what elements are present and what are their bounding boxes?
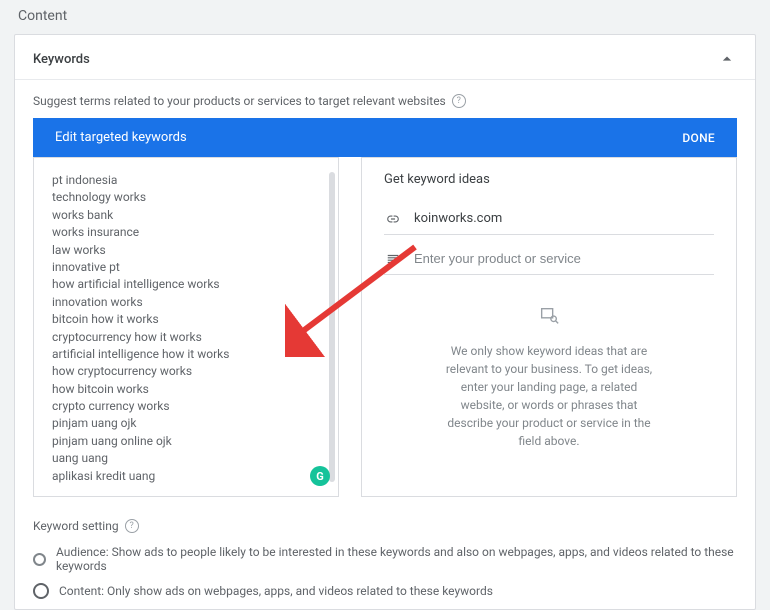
radio-icon[interactable] [33,583,49,599]
scrollbar[interactable] [329,172,335,482]
keyword-ideas-panel: Get keyword ideas koinworks.com [361,157,737,497]
list-item: pt indonesia [52,172,320,189]
service-input-row[interactable] [384,245,714,275]
done-button[interactable]: DONE [682,131,715,145]
radio-audience[interactable]: Audience: Show ads to people likely to b… [33,545,737,573]
list-item: pinjam uang online ojk [52,433,320,450]
keywords-card: Keywords Suggest terms related to your p… [14,34,756,610]
list-item: technology works [52,189,320,206]
list-item: works bank [52,207,320,224]
edit-bar-title: Edit targeted keywords [55,130,187,145]
ideas-title: Get keyword ideas [384,172,714,187]
url-input-row[interactable]: koinworks.com [384,205,714,235]
list-item: how bitcoin works [52,381,320,398]
page-title: Content [18,8,756,24]
list-item: innovative pt [52,259,320,276]
url-value: koinworks.com [414,211,502,226]
radio-content-label: Content: Only show ads on webpages, apps… [59,584,493,598]
ideas-empty-text: We only show keyword ideas that are rele… [444,342,654,450]
list-item: aplikasi kredit uang [52,468,320,484]
chevron-up-icon[interactable] [717,49,737,69]
card-subhead: Suggest terms related to your products o… [15,80,755,118]
grid-icon [384,252,402,266]
list-item: bitcoin how it works [52,311,320,328]
keywords-list[interactable]: pt indonesiatechnology worksworks bankwo… [52,172,320,484]
keywords-textarea[interactable]: pt indonesiatechnology worksworks bankwo… [33,157,339,497]
list-item: law works [52,242,320,259]
radio-content[interactable]: Content: Only show ads on webpages, apps… [33,583,737,599]
list-item: how cryptocurrency works [52,363,320,380]
radio-audience-label: Audience: Show ads to people likely to b… [56,545,737,573]
radio-icon[interactable] [33,553,46,566]
list-item: artificial intelligence how it works [52,346,320,363]
card-title: Keywords [33,52,90,67]
edit-bar: Edit targeted keywords DONE [33,118,737,157]
edit-area: pt indonesiatechnology worksworks bankwo… [15,157,755,515]
link-icon [384,212,402,226]
settings-title: Keyword setting [33,519,119,533]
list-item: crypto currency works [52,398,320,415]
subhead-text: Suggest terms related to your products o… [33,94,446,108]
list-item: innovation works [52,294,320,311]
help-icon[interactable]: ? [125,519,139,533]
search-idea-icon [537,305,561,327]
list-item: uang uang [52,450,320,467]
list-item: cryptocurrency how it works [52,329,320,346]
keyword-settings: Keyword setting ? Audience: Show ads to … [15,515,755,599]
card-header[interactable]: Keywords [15,35,755,80]
list-item: pinjam uang ojk [52,415,320,432]
ideas-empty-state: We only show keyword ideas that are rele… [444,305,654,450]
settings-title-row: Keyword setting ? [33,519,737,533]
grammarly-icon[interactable]: G [310,466,330,486]
service-input[interactable] [414,251,714,266]
help-icon[interactable]: ? [452,94,466,108]
list-item: how artificial intelligence works [52,276,320,293]
list-item: works insurance [52,224,320,241]
